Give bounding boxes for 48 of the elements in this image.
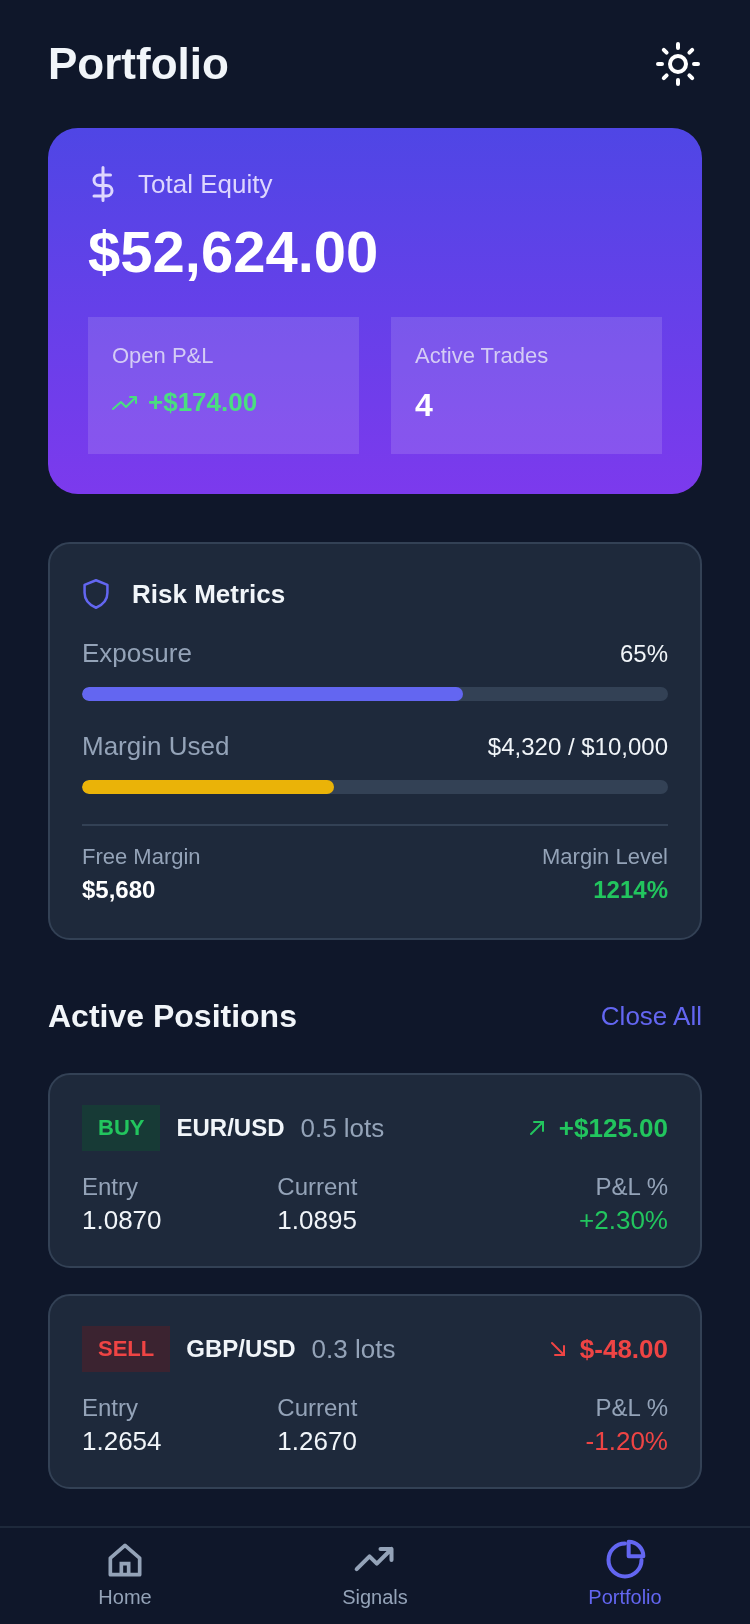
metric-value: $5,680 — [82, 876, 157, 904]
arrow-down-right-icon — [549, 1341, 566, 1357]
metric-label: Margin Level — [542, 844, 668, 870]
currency-pair: EUR/USD — [176, 1114, 285, 1142]
field-label: P&L % — [595, 1394, 668, 1422]
metric-label: Free Margin — [82, 844, 201, 870]
stat-value: 4 — [415, 387, 433, 424]
card-title: Risk Metrics — [132, 578, 286, 610]
arrow-up-right-icon — [528, 1120, 545, 1136]
profit-loss-percent: -1.20% — [585, 1426, 668, 1457]
field-label: Current — [277, 1173, 359, 1201]
meter-reading: 65% — [619, 639, 668, 668]
lot-size: 0.5 lots — [300, 1112, 386, 1144]
nav-tab[interactable]: Signals — [250, 1528, 500, 1624]
meter-label: Exposure — [82, 638, 192, 669]
entry-price: 1.0870 — [82, 1205, 163, 1236]
position-card[interactable]: SELL GBP/USD 0.3 lots $-48.00 Entry 1.2654 Current 1.2670 P&L % -1.20% — [48, 1294, 702, 1489]
side-tag: SELL — [82, 1326, 171, 1372]
profit-loss-percent: +2.30% — [579, 1205, 668, 1236]
currency-pair: GBP/USD — [186, 1335, 296, 1363]
trend-up-icon — [112, 393, 138, 412]
stat-label: Open P&L — [112, 343, 215, 369]
stat-label: Active Trades — [415, 343, 550, 369]
page-title: Portfolio — [48, 39, 229, 89]
meter-label: Margin Used — [82, 731, 230, 762]
metric-value: 1214% — [593, 876, 668, 904]
current-price: 1.0895 — [277, 1205, 358, 1236]
field-label: P&L % — [595, 1173, 668, 1201]
section-title: Active Positions — [48, 998, 297, 1035]
equity-label: Total Equity — [138, 168, 273, 200]
field-label: Entry — [82, 1394, 139, 1422]
meter-reading: $4,320 / $10,000 — [487, 732, 668, 761]
theme-toggle-icon[interactable] — [654, 40, 702, 88]
side-tag: BUY — [82, 1105, 161, 1151]
field-label: Current — [277, 1394, 359, 1422]
position-card[interactable]: BUY EUR/USD 0.5 lots +$125.00 Entry 1.0870 Current 1.0895 P&L % +2.30% — [48, 1073, 702, 1268]
profit-loss: $-48.00 — [579, 1333, 668, 1365]
shield-icon — [82, 578, 110, 610]
field-label: Entry — [82, 1173, 139, 1201]
nav-tab[interactable]: Home — [0, 1528, 250, 1624]
profit-loss: +$125.00 — [558, 1112, 668, 1144]
entry-price: 1.2654 — [82, 1426, 163, 1457]
close-all-link[interactable]: Close All — [600, 1001, 702, 1032]
stat-value: +$174.00 — [148, 387, 258, 418]
current-price: 1.2670 — [277, 1426, 358, 1457]
lot-size: 0.3 lots — [311, 1333, 397, 1365]
nav-tab[interactable]: Portfolio — [500, 1528, 750, 1624]
equity-value: $52,624.00 — [88, 218, 380, 285]
